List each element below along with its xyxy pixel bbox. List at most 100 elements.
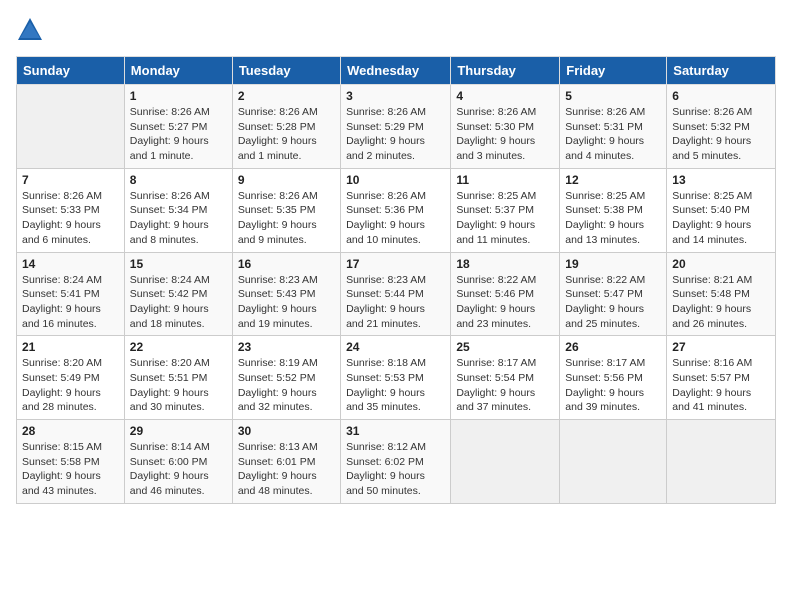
calendar-cell: 6 Sunrise: 8:26 AMSunset: 5:32 PMDaylight…	[667, 85, 776, 169]
calendar-cell: 20 Sunrise: 8:21 AMSunset: 5:48 PMDayligh…	[667, 252, 776, 336]
calendar-cell: 14 Sunrise: 8:24 AMSunset: 5:41 PMDayligh…	[17, 252, 125, 336]
day-info: Sunrise: 8:13 AMSunset: 6:01 PMDaylight:…	[238, 440, 335, 499]
day-number: 27	[672, 340, 770, 354]
day-info: Sunrise: 8:22 AMSunset: 5:47 PMDaylight:…	[565, 273, 661, 332]
calendar-cell: 30 Sunrise: 8:13 AMSunset: 6:01 PMDayligh…	[232, 420, 340, 504]
day-info: Sunrise: 8:26 AMSunset: 5:30 PMDaylight:…	[456, 105, 554, 164]
day-number: 7	[22, 173, 119, 187]
calendar-cell: 11 Sunrise: 8:25 AMSunset: 5:37 PMDayligh…	[451, 168, 560, 252]
day-info: Sunrise: 8:24 AMSunset: 5:41 PMDaylight:…	[22, 273, 119, 332]
day-info: Sunrise: 8:14 AMSunset: 6:00 PMDaylight:…	[130, 440, 227, 499]
day-info: Sunrise: 8:26 AMSunset: 5:34 PMDaylight:…	[130, 189, 227, 248]
calendar-table: SundayMondayTuesdayWednesdayThursdayFrid…	[16, 56, 776, 504]
calendar-cell: 10 Sunrise: 8:26 AMSunset: 5:36 PMDayligh…	[341, 168, 451, 252]
calendar-cell: 24 Sunrise: 8:18 AMSunset: 5:53 PMDayligh…	[341, 336, 451, 420]
day-number: 26	[565, 340, 661, 354]
day-info: Sunrise: 8:12 AMSunset: 6:02 PMDaylight:…	[346, 440, 445, 499]
day-number: 13	[672, 173, 770, 187]
calendar-cell	[560, 420, 667, 504]
calendar-cell: 9Sunrise: 8:26 AMSunset: 5:35 PMDaylight…	[232, 168, 340, 252]
day-number: 12	[565, 173, 661, 187]
day-info: Sunrise: 8:25 AMSunset: 5:40 PMDaylight:…	[672, 189, 770, 248]
calendar-cell: 18 Sunrise: 8:22 AMSunset: 5:46 PMDayligh…	[451, 252, 560, 336]
day-number: 1	[130, 89, 227, 103]
day-info: Sunrise: 8:15 AMSunset: 5:58 PMDaylight:…	[22, 440, 119, 499]
calendar-cell: 23 Sunrise: 8:19 AMSunset: 5:52 PMDayligh…	[232, 336, 340, 420]
day-number: 24	[346, 340, 445, 354]
calendar-cell: 26 Sunrise: 8:17 AMSunset: 5:56 PMDayligh…	[560, 336, 667, 420]
week-row-4: 21 Sunrise: 8:20 AMSunset: 5:49 PMDayligh…	[17, 336, 776, 420]
calendar-cell: 17Sunrise: 8:23 AMSunset: 5:44 PMDayligh…	[341, 252, 451, 336]
day-info: Sunrise: 8:17 AMSunset: 5:56 PMDaylight:…	[565, 356, 661, 415]
calendar-cell: 19 Sunrise: 8:22 AMSunset: 5:47 PMDayligh…	[560, 252, 667, 336]
day-number: 14	[22, 257, 119, 271]
calendar-cell: 3Sunrise: 8:26 AMSunset: 5:29 PMDaylight…	[341, 85, 451, 169]
week-row-3: 14 Sunrise: 8:24 AMSunset: 5:41 PMDayligh…	[17, 252, 776, 336]
day-info: Sunrise: 8:21 AMSunset: 5:48 PMDaylight:…	[672, 273, 770, 332]
header-day-tuesday: Tuesday	[232, 57, 340, 85]
header-day-wednesday: Wednesday	[341, 57, 451, 85]
day-info: Sunrise: 8:17 AMSunset: 5:54 PMDaylight:…	[456, 356, 554, 415]
calendar-cell: 12 Sunrise: 8:25 AMSunset: 5:38 PMDayligh…	[560, 168, 667, 252]
day-number: 19	[565, 257, 661, 271]
day-number: 17	[346, 257, 445, 271]
calendar-cell: 7 Sunrise: 8:26 AMSunset: 5:33 PMDaylight…	[17, 168, 125, 252]
day-info: Sunrise: 8:25 AMSunset: 5:37 PMDaylight:…	[456, 189, 554, 248]
day-number: 18	[456, 257, 554, 271]
day-number: 20	[672, 257, 770, 271]
calendar-cell	[451, 420, 560, 504]
calendar-cell: 31Sunrise: 8:12 AMSunset: 6:02 PMDayligh…	[341, 420, 451, 504]
header-day-sunday: Sunday	[17, 57, 125, 85]
day-number: 2	[238, 89, 335, 103]
day-info: Sunrise: 8:20 AMSunset: 5:49 PMDaylight:…	[22, 356, 119, 415]
day-info: Sunrise: 8:22 AMSunset: 5:46 PMDaylight:…	[456, 273, 554, 332]
header-row: SundayMondayTuesdayWednesdayThursdayFrid…	[17, 57, 776, 85]
day-info: Sunrise: 8:26 AMSunset: 5:27 PMDaylight:…	[130, 105, 227, 164]
calendar-cell	[667, 420, 776, 504]
day-info: Sunrise: 8:26 AMSunset: 5:36 PMDaylight:…	[346, 189, 445, 248]
calendar-cell: 28Sunrise: 8:15 AMSunset: 5:58 PMDayligh…	[17, 420, 125, 504]
day-number: 10	[346, 173, 445, 187]
header-day-thursday: Thursday	[451, 57, 560, 85]
day-number: 30	[238, 424, 335, 438]
page-header	[16, 16, 776, 44]
day-number: 4	[456, 89, 554, 103]
calendar-cell: 8Sunrise: 8:26 AMSunset: 5:34 PMDaylight…	[124, 168, 232, 252]
calendar-cell: 15 Sunrise: 8:24 AMSunset: 5:42 PMDayligh…	[124, 252, 232, 336]
week-row-2: 7 Sunrise: 8:26 AMSunset: 5:33 PMDaylight…	[17, 168, 776, 252]
logo-icon	[16, 16, 44, 44]
day-info: Sunrise: 8:18 AMSunset: 5:53 PMDaylight:…	[346, 356, 445, 415]
calendar-body: 1 Sunrise: 8:26 AMSunset: 5:27 PMDaylight…	[17, 85, 776, 504]
day-info: Sunrise: 8:26 AMSunset: 5:28 PMDaylight:…	[238, 105, 335, 164]
day-info: Sunrise: 8:24 AMSunset: 5:42 PMDaylight:…	[130, 273, 227, 332]
day-info: Sunrise: 8:26 AMSunset: 5:33 PMDaylight:…	[22, 189, 119, 248]
calendar-cell: 16Sunrise: 8:23 AMSunset: 5:43 PMDayligh…	[232, 252, 340, 336]
calendar-cell: 29Sunrise: 8:14 AMSunset: 6:00 PMDayligh…	[124, 420, 232, 504]
header-day-saturday: Saturday	[667, 57, 776, 85]
calendar-cell: 4 Sunrise: 8:26 AMSunset: 5:30 PMDaylight…	[451, 85, 560, 169]
calendar-cell: 13 Sunrise: 8:25 AMSunset: 5:40 PMDayligh…	[667, 168, 776, 252]
day-info: Sunrise: 8:20 AMSunset: 5:51 PMDaylight:…	[130, 356, 227, 415]
day-info: Sunrise: 8:25 AMSunset: 5:38 PMDaylight:…	[565, 189, 661, 248]
calendar-cell: 27 Sunrise: 8:16 AMSunset: 5:57 PMDayligh…	[667, 336, 776, 420]
calendar-cell: 5 Sunrise: 8:26 AMSunset: 5:31 PMDaylight…	[560, 85, 667, 169]
calendar-header: SundayMondayTuesdayWednesdayThursdayFrid…	[17, 57, 776, 85]
day-info: Sunrise: 8:26 AMSunset: 5:31 PMDaylight:…	[565, 105, 661, 164]
day-number: 6	[672, 89, 770, 103]
day-info: Sunrise: 8:16 AMSunset: 5:57 PMDaylight:…	[672, 356, 770, 415]
day-info: Sunrise: 8:26 AMSunset: 5:32 PMDaylight:…	[672, 105, 770, 164]
day-number: 15	[130, 257, 227, 271]
week-row-5: 28Sunrise: 8:15 AMSunset: 5:58 PMDayligh…	[17, 420, 776, 504]
header-day-monday: Monday	[124, 57, 232, 85]
day-number: 3	[346, 89, 445, 103]
calendar-cell: 21 Sunrise: 8:20 AMSunset: 5:49 PMDayligh…	[17, 336, 125, 420]
day-number: 21	[22, 340, 119, 354]
day-info: Sunrise: 8:19 AMSunset: 5:52 PMDaylight:…	[238, 356, 335, 415]
day-number: 9	[238, 173, 335, 187]
day-number: 11	[456, 173, 554, 187]
day-number: 16	[238, 257, 335, 271]
day-number: 5	[565, 89, 661, 103]
calendar-cell: 2 Sunrise: 8:26 AMSunset: 5:28 PMDaylight…	[232, 85, 340, 169]
week-row-1: 1 Sunrise: 8:26 AMSunset: 5:27 PMDaylight…	[17, 85, 776, 169]
day-number: 23	[238, 340, 335, 354]
